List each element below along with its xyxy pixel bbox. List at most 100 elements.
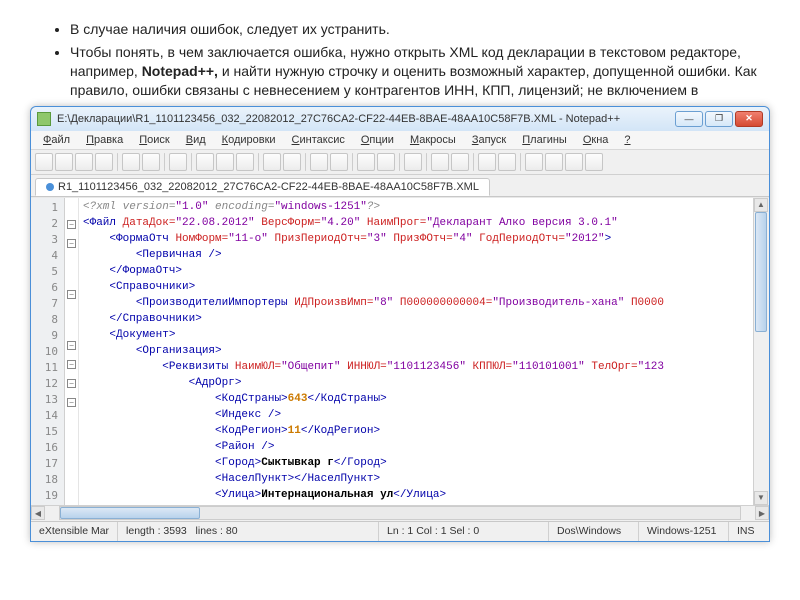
toolbar-separator	[399, 153, 400, 171]
print-icon[interactable]	[169, 153, 187, 171]
window-title: E:\Декларации\R1_1101123456_032_22082012…	[57, 113, 669, 125]
tab-bar[interactable]: R1_1101123456_032_22082012_27C76CA2-CF22…	[31, 175, 769, 197]
ws-icon[interactable]	[431, 153, 449, 171]
menu-9[interactable]: Плагины	[516, 133, 573, 147]
code-line-4[interactable]: <Первичная />	[83, 249, 749, 265]
menu-5[interactable]: Синтаксис	[286, 133, 351, 147]
zoom-out-icon[interactable]	[377, 153, 395, 171]
code-line-10[interactable]: <Организация>	[83, 345, 749, 361]
status-length: length : 3593 lines : 80	[118, 522, 379, 541]
toolbar-separator	[473, 153, 474, 171]
scroll-up-arrow[interactable]: ▲	[754, 198, 768, 212]
close-icon[interactable]	[122, 153, 140, 171]
status-mode: INS	[729, 522, 769, 541]
menu-8[interactable]: Запуск	[466, 133, 512, 147]
fold-icon[interactable]	[478, 153, 496, 171]
menu-6[interactable]: Опции	[355, 133, 400, 147]
code-line-9[interactable]: <Документ>	[83, 329, 749, 345]
code-line-8[interactable]: </Справочники>	[83, 313, 749, 329]
menu-0[interactable]: Файл	[37, 133, 76, 147]
macro-rec-icon[interactable]	[525, 153, 543, 171]
maximize-button[interactable]: ❐	[705, 111, 733, 127]
toolbar-separator	[258, 153, 259, 171]
toolbar-separator	[305, 153, 306, 171]
code-line-12[interactable]: <АдрОрг>	[83, 377, 749, 393]
toolbar-separator	[117, 153, 118, 171]
statusbar: eXtensible Mar length : 3593 lines : 80 …	[31, 521, 769, 541]
toolbar-separator	[164, 153, 165, 171]
scroll-right-arrow[interactable]: ▶	[755, 506, 769, 520]
menubar[interactable]: Файл Правка Поиск Вид Кодировки Синтаксис Опци…	[31, 131, 769, 150]
code-line-16[interactable]: <Район />	[83, 441, 749, 457]
toolbar-separator	[520, 153, 521, 171]
paste-icon[interactable]	[236, 153, 254, 171]
wrap-icon[interactable]	[404, 153, 422, 171]
tab-label: R1_1101123456_032_22082012_27C76CA2-CF22…	[58, 181, 479, 193]
hscroll-thumb[interactable]	[60, 507, 200, 519]
redo-icon[interactable]	[283, 153, 301, 171]
toolbar[interactable]	[31, 150, 769, 175]
save-all-icon[interactable]	[95, 153, 113, 171]
cut-icon[interactable]	[196, 153, 214, 171]
code-line-15[interactable]: <КодРегион>11</КодРегион>	[83, 425, 749, 441]
code-line-3[interactable]: <ФормаОтч НомФорм="11-о" ПризПериодОтч="…	[83, 233, 749, 249]
indent-icon[interactable]	[451, 153, 469, 171]
menu-11[interactable]: ?	[618, 133, 636, 147]
code-line-14[interactable]: <Индекс />	[83, 409, 749, 425]
code-line-17[interactable]: <Город>Сыктывкар г</Город>	[83, 457, 749, 473]
toolbar-separator	[426, 153, 427, 171]
macro-run-icon[interactable]	[585, 153, 603, 171]
scroll-left-arrow[interactable]: ◀	[31, 506, 45, 520]
new-icon[interactable]	[35, 153, 53, 171]
horizontal-scrollbar[interactable]: ◀ ▶	[31, 505, 769, 521]
toolbar-separator	[352, 153, 353, 171]
menu-4[interactable]: Кодировки	[216, 133, 282, 147]
undo-icon[interactable]	[263, 153, 281, 171]
replace-icon[interactable]	[330, 153, 348, 171]
menu-7[interactable]: Макросы	[404, 133, 462, 147]
unfold-icon[interactable]	[498, 153, 516, 171]
app-icon	[37, 112, 51, 126]
code-line-7[interactable]: <ПроизводителиИмпортеры ИДПроизвИмп="8" …	[83, 297, 749, 313]
code-line-11[interactable]: <Реквизиты НаимЮЛ="Общепит" ИННЮЛ="11011…	[83, 361, 749, 377]
menu-3[interactable]: Вид	[180, 133, 212, 147]
code-line-1[interactable]: <?xml version="1.0" encoding="windows-12…	[83, 201, 749, 217]
macro-play-icon[interactable]	[545, 153, 563, 171]
code-line-5[interactable]: </ФормаОтч>	[83, 265, 749, 281]
code-line-6[interactable]: <Справочники>	[83, 281, 749, 297]
bullet-1: В случае наличия ошибок, следует их устр…	[70, 20, 770, 39]
toolbar-separator	[191, 153, 192, 171]
tab-saved-icon	[46, 183, 54, 191]
code-line-2[interactable]: <Файл ДатаДок="22.08.2012" ВерсФорм="4.2…	[83, 217, 749, 233]
bullet-list: В случае наличия ошибок, следует их устр…	[30, 20, 770, 100]
copy-icon[interactable]	[216, 153, 234, 171]
menu-2[interactable]: Поиск	[133, 133, 175, 147]
status-eol: Dos\Windows	[549, 522, 639, 541]
menu-1[interactable]: Правка	[80, 133, 129, 147]
status-pos: Ln : 1 Col : 1 Sel : 0	[379, 522, 549, 541]
line-gutter: 12345678910111213141516171819	[31, 198, 65, 505]
titlebar[interactable]: E:\Декларации\R1_1101123456_032_22082012…	[31, 107, 769, 131]
code-line-13[interactable]: <КодСтраны>643</КодСтраны>	[83, 393, 749, 409]
file-tab[interactable]: R1_1101123456_032_22082012_27C76CA2-CF22…	[35, 178, 490, 196]
zoom-in-icon[interactable]	[357, 153, 375, 171]
code-line-19[interactable]: <Улица>Интернациональная ул</Улица>	[83, 489, 749, 505]
status-enc: Windows-1251	[639, 522, 729, 541]
menu-10[interactable]: Окна	[577, 133, 615, 147]
save-icon[interactable]	[75, 153, 93, 171]
find-icon[interactable]	[310, 153, 328, 171]
vertical-scrollbar[interactable]: ▲ ▼	[753, 198, 769, 505]
code-area[interactable]: <?xml version="1.0" encoding="windows-12…	[79, 198, 753, 505]
minimize-button[interactable]: —	[675, 111, 703, 127]
macro-stop-icon[interactable]	[565, 153, 583, 171]
scroll-down-arrow[interactable]: ▼	[754, 491, 768, 505]
notepad-window: E:\Декларации\R1_1101123456_032_22082012…	[30, 106, 770, 542]
editor-area[interactable]: 12345678910111213141516171819 −−−−−−− <?…	[31, 197, 769, 505]
vscroll-thumb[interactable]	[755, 212, 767, 332]
fold-column[interactable]: −−−−−−−	[65, 198, 79, 505]
close-button[interactable]: ✕	[735, 111, 763, 127]
open-icon[interactable]	[55, 153, 73, 171]
close-all-icon[interactable]	[142, 153, 160, 171]
bullet-2: Чтобы понять, в чем заключается ошибка, …	[70, 43, 770, 100]
code-line-18[interactable]: <НаселПункт></НаселПункт>	[83, 473, 749, 489]
